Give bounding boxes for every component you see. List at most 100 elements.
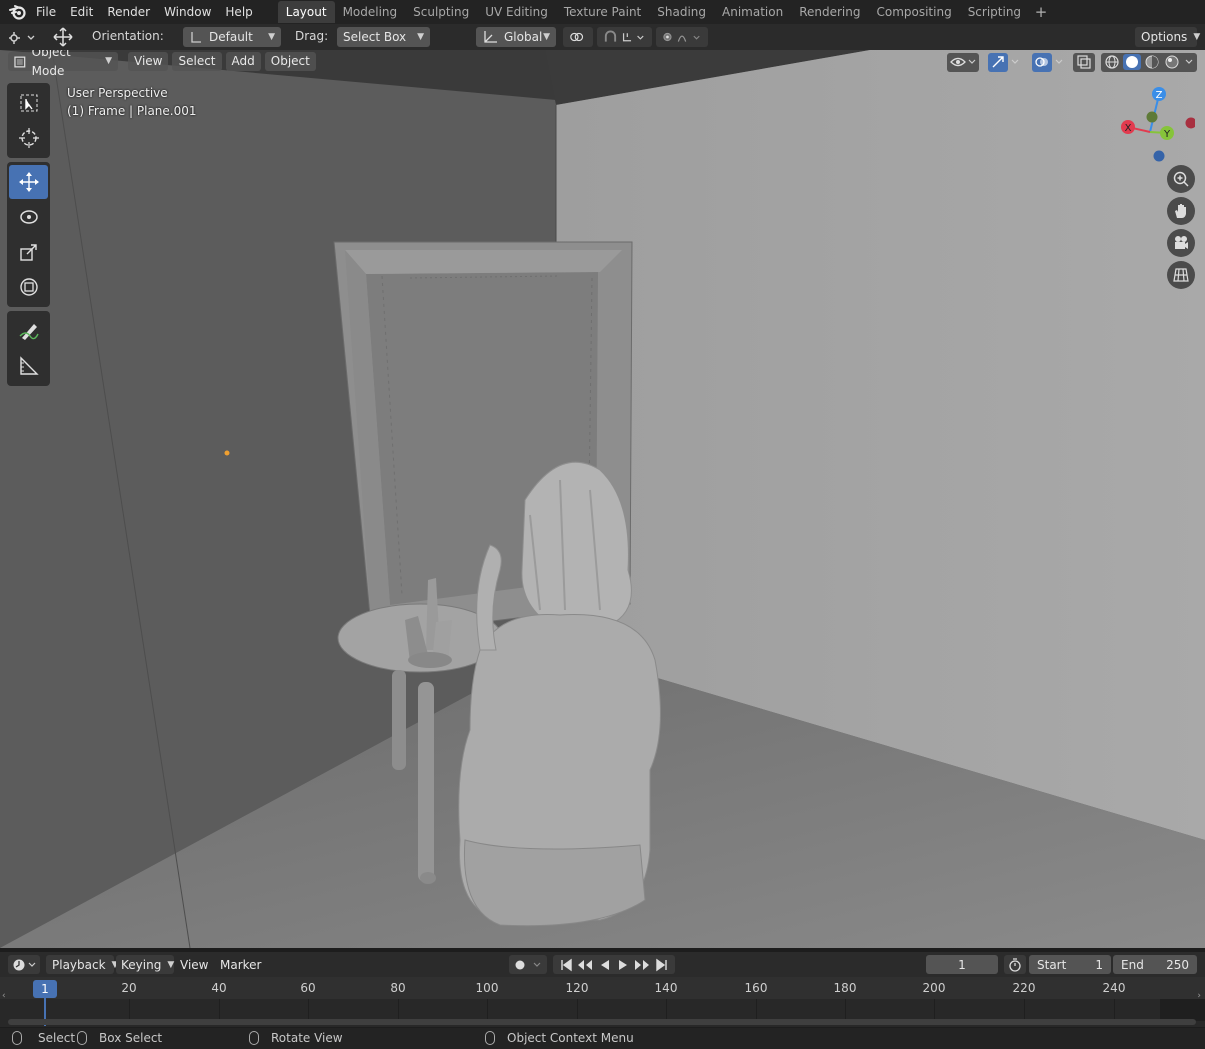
- annotate-tool[interactable]: [9, 314, 48, 348]
- move-tool-icon[interactable]: [50, 27, 76, 47]
- start-label: Start: [1037, 957, 1067, 972]
- drag-dropdown[interactable]: Select Box ▼: [337, 27, 430, 47]
- orientation-icon: [191, 32, 201, 43]
- rotate-icon: [19, 210, 38, 224]
- overlays-toggle[interactable]: [1029, 52, 1067, 72]
- move-tool[interactable]: [9, 165, 48, 199]
- current-frame-field[interactable]: 1: [926, 955, 998, 974]
- blender-logo-icon[interactable]: [7, 1, 29, 23]
- cursor-icon: [18, 128, 39, 148]
- menu-edit[interactable]: Edit: [63, 2, 100, 22]
- gizmo-neg-z-axis[interactable]: [1153, 150, 1165, 162]
- orientation-dropdown[interactable]: Default ▼: [183, 27, 281, 47]
- auto-keying-toggle[interactable]: [509, 955, 547, 974]
- tab-layout[interactable]: Layout: [277, 1, 335, 23]
- xray-icon: [1077, 55, 1091, 69]
- menu-render[interactable]: Render: [100, 2, 157, 22]
- material-preview-icon[interactable]: [1143, 54, 1161, 70]
- xray-toggle[interactable]: [1073, 52, 1095, 72]
- wireframe-shading-icon[interactable]: [1103, 54, 1121, 70]
- tab-texture-paint[interactable]: Texture Paint: [556, 1, 649, 23]
- scene-render: [0, 50, 1205, 948]
- eye-icon: [950, 57, 976, 67]
- frame-ruler[interactable]: 20 40 60 80 100 120 140 160 180 200 220 …: [0, 977, 1205, 999]
- menu-file[interactable]: File: [29, 2, 63, 22]
- frame-tick: 120: [565, 981, 589, 995]
- tab-shading[interactable]: Shading: [649, 1, 714, 23]
- viewport-menu-select[interactable]: Select: [172, 52, 222, 71]
- stopwatch-icon: [1009, 957, 1021, 972]
- rendered-shading-icon[interactable]: [1163, 54, 1181, 70]
- editor-type-button[interactable]: [8, 27, 38, 47]
- rotate-tool[interactable]: [9, 200, 48, 234]
- play-icon[interactable]: [616, 958, 630, 972]
- timeline-scrollbar[interactable]: [8, 1019, 1196, 1025]
- zoom-button[interactable]: [1167, 165, 1195, 193]
- viewport-menu-view[interactable]: View: [128, 52, 169, 71]
- status-select-label: Select: [38, 1031, 76, 1045]
- chevron-down-icon[interactable]: [1183, 57, 1195, 67]
- status-box-select-label: Box Select: [99, 1031, 163, 1045]
- zoom-icon: [1173, 171, 1189, 187]
- end-frame-field[interactable]: End 250: [1113, 955, 1197, 974]
- 3d-viewport[interactable]: Object Mode ▼ View Select Add Object Use…: [0, 50, 1205, 948]
- marker-menu[interactable]: Marker: [220, 955, 270, 974]
- visibility-dropdown[interactable]: [947, 52, 979, 72]
- playback-menu[interactable]: Playback ▼: [46, 955, 118, 974]
- start-frame-field[interactable]: Start 1: [1029, 955, 1111, 974]
- grid-line: [398, 999, 399, 1021]
- transform-orientation-value: Global: [504, 30, 543, 44]
- gizmo-toggle[interactable]: [985, 52, 1023, 72]
- gizmo-neg-x-axis[interactable]: [1185, 117, 1197, 129]
- snapping-toggle[interactable]: [597, 27, 652, 47]
- chevron-right-icon[interactable]: ›: [1197, 991, 1201, 1001]
- viewport-shading-header: [947, 52, 1205, 72]
- tab-rendering[interactable]: Rendering: [791, 1, 868, 23]
- options-dropdown[interactable]: Options ▼: [1135, 27, 1200, 47]
- tab-scripting[interactable]: Scripting: [960, 1, 1029, 23]
- camera-view-button[interactable]: [1167, 229, 1195, 257]
- status-select: Select: [12, 1031, 75, 1045]
- select-box-tool[interactable]: [9, 86, 48, 120]
- keying-menu[interactable]: Keying ▼: [116, 955, 174, 974]
- playhead[interactable]: 1: [33, 980, 57, 998]
- ortho-toggle-button[interactable]: [1167, 261, 1195, 289]
- pivot-point-dropdown[interactable]: [563, 27, 593, 47]
- navigation-gizmo[interactable]: Z X Y: [1115, 85, 1197, 165]
- transform-orientation-dropdown[interactable]: Global ▼: [476, 27, 556, 47]
- add-workspace-button[interactable]: +: [1031, 3, 1051, 23]
- tab-sculpting[interactable]: Sculpting: [405, 1, 477, 23]
- play-reverse-icon[interactable]: [598, 958, 612, 972]
- timeline-header: Playback ▼ Keying ▼ View Marker 1 Start …: [0, 952, 1205, 977]
- tab-animation[interactable]: Animation: [714, 1, 791, 23]
- drag-value: Select Box: [343, 30, 407, 44]
- measure-tool[interactable]: [9, 349, 48, 383]
- viewport-menu-object[interactable]: Object: [264, 52, 316, 71]
- navigation-buttons: [1167, 165, 1195, 289]
- jump-start-icon[interactable]: [559, 958, 573, 972]
- timeline-area[interactable]: 20 40 60 80 100 120 140 160 180 200 220 …: [0, 977, 1205, 1027]
- next-keyframe-icon[interactable]: [634, 958, 650, 972]
- use-preview-range-toggle[interactable]: [1004, 955, 1026, 974]
- proportional-editing-toggle[interactable]: [656, 27, 708, 47]
- gizmo-neg-y-axis[interactable]: [1146, 111, 1158, 123]
- tab-uv-editing[interactable]: UV Editing: [477, 1, 556, 23]
- scale-tool[interactable]: [9, 235, 48, 269]
- transform-icon: [19, 278, 38, 296]
- tab-modeling[interactable]: Modeling: [335, 1, 406, 23]
- pan-button[interactable]: [1167, 197, 1195, 225]
- transform-tool[interactable]: [9, 270, 48, 304]
- chevron-left-icon[interactable]: ‹: [2, 991, 6, 1001]
- viewport-menu-add[interactable]: Add: [225, 52, 261, 71]
- timeline-editor-type[interactable]: [8, 955, 40, 974]
- cursor-tool[interactable]: [9, 121, 48, 155]
- timeline-view-menu[interactable]: View: [178, 955, 212, 974]
- jump-end-icon[interactable]: [655, 958, 669, 972]
- solid-shading-icon[interactable]: [1123, 54, 1141, 70]
- mode-dropdown[interactable]: Object Mode ▼: [8, 50, 118, 78]
- menu-help[interactable]: Help: [218, 2, 259, 22]
- menu-window[interactable]: Window: [157, 2, 218, 22]
- prev-keyframe-icon[interactable]: [577, 958, 593, 972]
- frame-tick: 220: [1012, 981, 1036, 995]
- tab-compositing[interactable]: Compositing: [868, 1, 959, 23]
